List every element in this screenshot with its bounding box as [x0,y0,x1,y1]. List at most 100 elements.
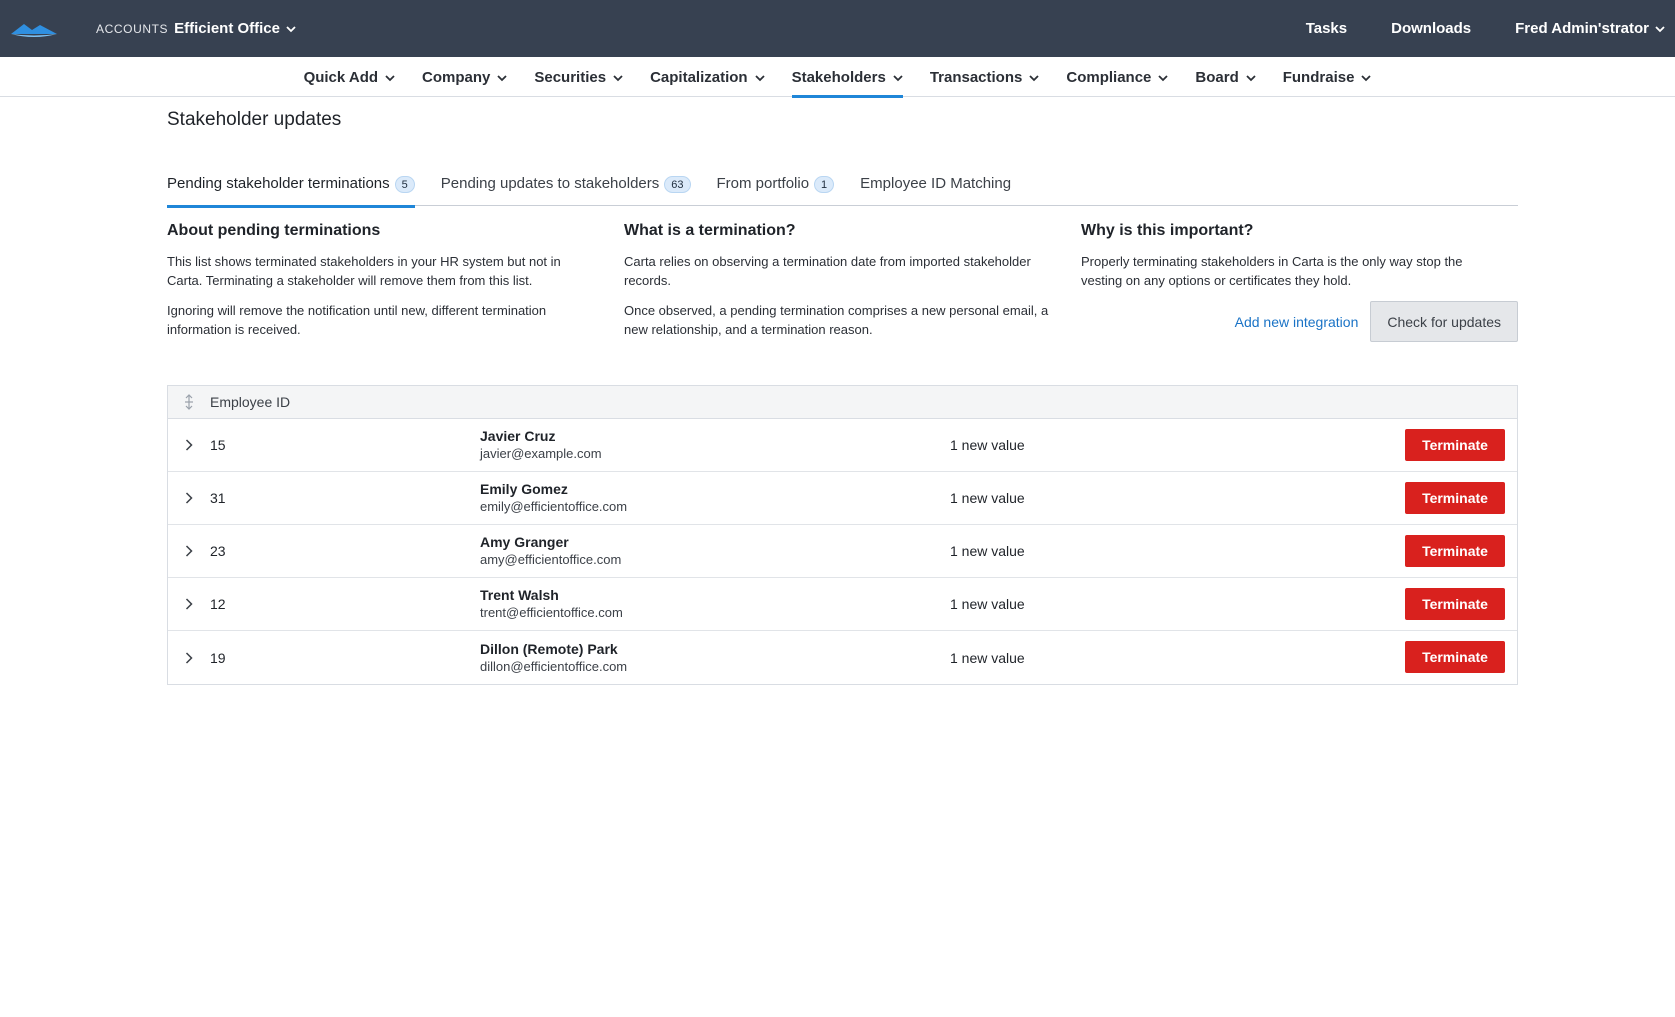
chevron-down-icon [893,69,903,86]
nav-item-compliance[interactable]: Compliance [1066,57,1169,97]
chevron-right-icon[interactable] [168,439,210,451]
about-text-1: This list shows terminated stakeholders … [167,254,561,288]
stakeholder-cell: Javier Cruz javier@example.com [480,427,950,463]
terminate-button[interactable]: Terminate [1405,482,1505,514]
tab-employee-id-matching[interactable]: Employee ID Matching [860,175,1011,206]
tab-from-portfolio[interactable]: From portfolio 1 [717,175,835,206]
chevron-down-icon [613,69,623,86]
chevron-down-icon [754,69,765,86]
employee-id-header[interactable]: Employee ID [210,394,290,410]
nav-item-capitalization[interactable]: Capitalization [650,57,765,97]
stakeholder-email: trent@efficientoffice.com [480,605,623,620]
chevron-right-icon[interactable] [168,492,210,504]
chevron-down-icon [1158,69,1169,86]
chevron-down-icon [385,69,395,86]
nav-item-label: Fundraise [1282,68,1355,86]
employee-id: 23 [210,543,226,559]
stakeholder-email: dillon@efficientoffice.com [480,658,628,674]
accounts-label: ACCOUNTS [96,21,169,36]
nav-item-label: Stakeholders [791,68,886,86]
nav-item-label: Compliance [1066,68,1152,86]
change-status: 1 new value [950,543,1025,559]
user-menu[interactable]: Fred Admin'strator [1515,20,1665,37]
table-row: 31 Emily Gomez emily@efficientoffice.com 1 … [168,472,1517,525]
change-status: 1 new value [950,596,1025,612]
nav-item-transactions[interactable]: Transactions [930,57,1040,97]
sort-icon[interactable] [168,394,210,410]
stakeholder-name: Dillon (Remote) Park [480,640,618,657]
about-terminations: About pending terminations This list sho… [167,222,624,350]
stakeholder-name: Trent Walsh [480,587,559,603]
why-important: Why is this important? Properly terminat… [1081,222,1518,350]
nav-item-label: Capitalization [650,68,748,86]
tab-bar: Pending stakeholder terminations 5 Pending… [167,175,1518,208]
tab-pending-stakeholder-terminations[interactable]: Pending stakeholder terminations 5 [167,175,415,208]
table-row: 19 Dillon (Remote) Park dillon@efficientof… [168,631,1517,684]
tab-label: Pending updates to stakeholders [440,175,660,192]
stakeholder-cell: Emily Gomez emily@efficientoffice.com [480,480,950,516]
tab-label: Employee ID Matching [860,175,1012,192]
nav-item-board[interactable]: Board [1195,57,1256,97]
employee-id: 19 [210,649,226,666]
terminations-table: Employee ID 15 Javier Cruz javier@example.… [167,385,1518,685]
add-integration-link[interactable]: Add new integration [1235,314,1359,330]
account-name[interactable]: Efficient Office [174,20,280,37]
change-status: 1 new value [950,490,1025,506]
employee-id: 12 [210,596,226,612]
stakeholder-email: emily@efficientoffice.com [480,499,628,514]
page-title: Stakeholder updates [167,109,342,130]
terminate-button[interactable]: Terminate [1405,429,1505,461]
tasks-link[interactable]: Tasks [1306,20,1347,37]
what-text-2: Once observed, a pending termination com… [624,303,1049,337]
what-text-1: Carta relies on observing a termination … [624,254,1031,288]
tab-label: Pending stakeholder terminations [167,175,390,192]
stakeholder-name: Javier Cruz [480,428,556,444]
employee-id: 31 [210,490,226,506]
why-text-1: Properly terminating stakeholders in Car… [1081,254,1463,288]
main-content: Stakeholder updates Pending stakeholder … [167,97,1518,685]
tab-label: From portfolio [716,175,810,192]
terminate-button[interactable]: Terminate [1405,588,1505,620]
terminate-button[interactable]: Terminate [1405,641,1505,673]
chevron-down-icon [1029,69,1039,86]
nav-item-label: Securities [534,68,607,86]
tab-pending-updates-to-stakeholders[interactable]: Pending updates to stakeholders 63 [441,175,691,206]
employee-id: 15 [210,437,226,453]
stakeholder-name: Emily Gomez [480,481,568,497]
nav-item-quick-add[interactable]: Quick Add [304,57,395,97]
change-status: 1 new value [950,649,1025,666]
chevron-right-icon[interactable] [168,651,210,664]
check-updates-button[interactable]: Check for updates [1370,301,1518,342]
downloads-link[interactable]: Downloads [1391,20,1471,37]
chevron-down-icon [1246,69,1256,86]
what-heading: What is a termination? [624,222,796,239]
count-badge: 63 [664,176,691,193]
chevron-right-icon[interactable] [168,545,210,557]
stakeholder-email: amy@efficientoffice.com [480,552,622,567]
nav-item-fundraise[interactable]: Fundraise [1283,57,1372,97]
table-header: Employee ID [168,386,1517,419]
count-badge: 1 [814,176,835,193]
chevron-down-icon [497,69,507,86]
table-row: 15 Javier Cruz javier@example.com 1 new val… [168,419,1517,472]
nav-item-stakeholders[interactable]: Stakeholders [791,57,904,98]
stakeholder-cell: Trent Walsh trent@efficientoffice.com [480,586,950,622]
stakeholder-email: javier@example.com [480,446,602,461]
stakeholder-cell: Dillon (Remote) Park dillon@efficientoffi… [480,640,950,676]
stakeholder-cell: Amy Granger amy@efficientoffice.com [480,533,950,569]
main-nav: Quick Add Company Securities Capitalization… [0,57,1675,98]
nav-item-securities[interactable]: Securities [534,57,623,97]
nav-item-company[interactable]: Company [422,57,507,97]
terminate-button[interactable]: Terminate [1405,535,1505,567]
stakeholder-name: Amy Granger [480,534,569,550]
count-badge: 5 [394,176,415,193]
carta-logo-icon[interactable] [10,19,60,39]
chevron-right-icon[interactable] [168,598,210,610]
about-text-2: Ignoring will remove the notification un… [167,303,547,337]
account-switcher[interactable]: ACCOUNTS Efficient Office [96,20,296,38]
about-heading: About pending terminations [167,222,381,239]
chevron-down-icon [1361,69,1372,86]
table-row: 23 Amy Granger amy@efficientoffice.com 1 ne… [168,525,1517,578]
integration-actions: Add new integration Check for updates [1081,301,1518,342]
table-row: 12 Trent Walsh trent@efficientoffice.com 1 … [168,578,1517,631]
